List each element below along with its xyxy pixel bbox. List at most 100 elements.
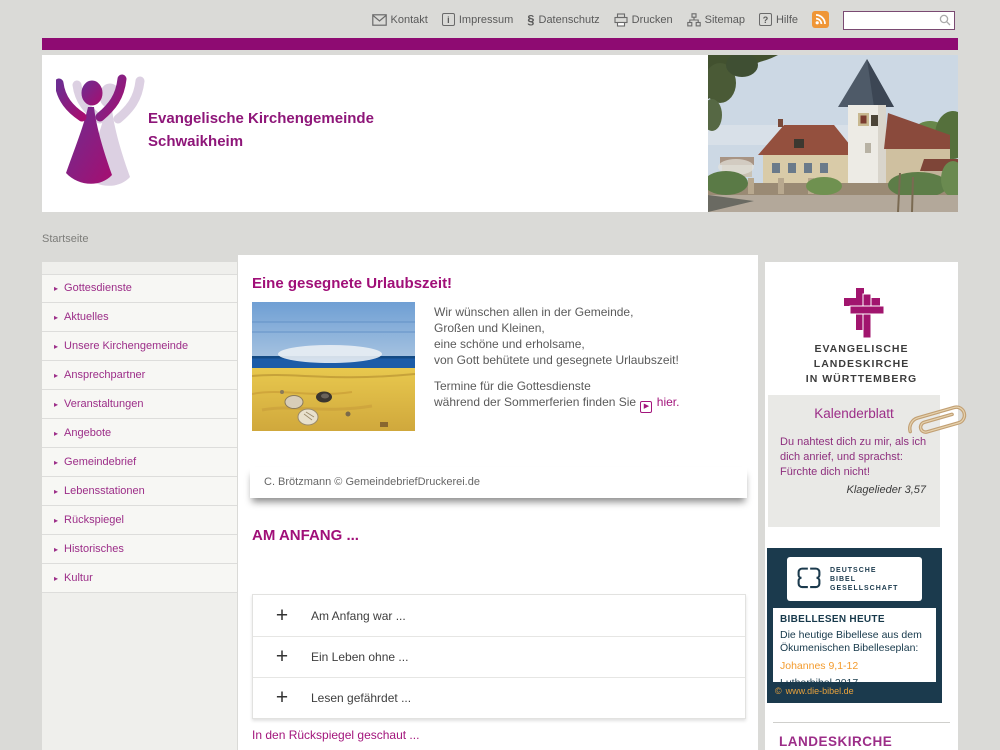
image-caption: C. Brötzmann © GemeindebriefDruckerei.de xyxy=(264,476,480,488)
sidebar-item-lebensstationen[interactable]: ▸Lebensstationen xyxy=(42,477,237,506)
breadcrumb: Startseite xyxy=(42,233,88,245)
bibellesen-widget[interactable]: DEUTSCHE BIBEL GESELLSCHAFT BIBELLESEN H… xyxy=(767,548,942,703)
sidebar-item-label: Kultur xyxy=(64,564,93,593)
topbar-link-datenschutz[interactable]: § Datenschutz xyxy=(527,13,599,26)
sidebar-item-label: Unsere Kirchengemeinde xyxy=(64,332,188,361)
triangle-bullet-icon: ▸ xyxy=(54,274,58,303)
sitemap-icon xyxy=(687,13,701,27)
breadcrumb-current[interactable]: Startseite xyxy=(42,233,88,245)
kalenderblatt-verse: Du nahtest dich zu mir, als ich dich anr… xyxy=(768,421,940,480)
schedule-line: Termine für die Gottesdienste xyxy=(434,378,679,394)
sidebar-item-angebote[interactable]: ▸Angebote xyxy=(42,419,237,448)
sidebar-divider xyxy=(773,722,950,723)
accordion-item-label: Am Anfang war ... xyxy=(311,609,406,623)
topbar-link-kontakt[interactable]: Kontakt xyxy=(372,14,428,26)
church-community-logo-icon xyxy=(56,67,156,199)
sidebar-item-aktuelles[interactable]: ▸Aktuelles xyxy=(42,303,237,332)
sidebar-item-gemeindebrief[interactable]: ▸Gemeindebrief xyxy=(42,448,237,477)
accordion-item-label: Lesen gefährdet ... xyxy=(311,691,411,705)
copyright-icon: © xyxy=(775,686,782,696)
triangle-bullet-icon: ▸ xyxy=(54,303,58,332)
triangle-bullet-icon: ▸ xyxy=(54,419,58,448)
section-sign-icon: § xyxy=(527,13,534,26)
body-line: Wir wünschen allen in der Gemeinde, xyxy=(434,304,679,320)
site-title-line2: Schwaikheim xyxy=(148,130,374,153)
accent-bar xyxy=(42,38,958,50)
sidebar-item-historisches[interactable]: ▸Historisches xyxy=(42,535,237,564)
main-content: Eine gesegnete Urlaubszeit! Wir wünschen… xyxy=(238,255,758,750)
hier-link[interactable]: hier. xyxy=(657,395,680,409)
plus-icon: + xyxy=(271,686,293,710)
bibellesen-heading: BIBELLESEN HEUTE xyxy=(780,614,929,625)
site-header[interactable]: Evangelische Kirchengemeinde Schwaikheim xyxy=(42,55,708,212)
sidebar-item-ansprechpartner[interactable]: ▸Ansprechpartner xyxy=(42,361,237,390)
triangle-bullet-icon: ▸ xyxy=(54,506,58,535)
triangle-bullet-icon: ▸ xyxy=(54,477,58,506)
topbar-link-label: Kontakt xyxy=(391,14,428,26)
accordion-item-ein-leben-ohne[interactable]: + Ein Leben ohne ... xyxy=(253,636,745,677)
beach-painting-image xyxy=(252,302,415,431)
open-book-logo-icon xyxy=(794,565,824,593)
sidebar-item-label: Lebensstationen xyxy=(64,477,145,506)
search-box xyxy=(843,10,955,30)
section-title-am-anfang: AM ANFANG ... xyxy=(252,527,359,544)
accordion-item-am-anfang-war[interactable]: + Am Anfang war ... xyxy=(253,595,745,636)
main-navigation: ▸Gottesdienste ▸Aktuelles ▸Unsere Kirche… xyxy=(42,262,237,750)
triangle-bullet-icon: ▸ xyxy=(54,564,58,593)
triangle-bullet-icon: ▸ xyxy=(54,332,58,361)
schedule-line2-prefix: während der Sommerferien finden Sie xyxy=(434,395,636,409)
rss-icon[interactable] xyxy=(812,11,829,28)
sidebar-item-kultur[interactable]: ▸Kultur xyxy=(42,564,237,593)
topbar-link-label: Hilfe xyxy=(776,14,798,26)
bibellesen-passage[interactable]: Johannes 9,1-12 xyxy=(780,660,929,672)
dbg-text-line1: DEUTSCHE xyxy=(830,566,898,575)
sidebar-item-label: Historisches xyxy=(64,535,124,564)
search-icon xyxy=(939,14,951,26)
topbar-link-label: Datenschutz xyxy=(539,14,600,26)
landeskirche-text-line1: EVANGELISCHE LANDESKIRCHE xyxy=(765,342,958,372)
church-photo xyxy=(708,55,958,212)
accordion: + Am Anfang war ... + Ein Leben ohne ...… xyxy=(252,594,746,719)
bibellesen-intro: Die heutige Bibellese aus dem Ökumenisch… xyxy=(780,629,929,655)
sidebar-item-gottesdienste[interactable]: ▸Gottesdienste xyxy=(42,274,237,303)
landeskirche-section-link[interactable]: LANDESKIRCHE xyxy=(779,734,892,749)
landeskirche-text-line2: IN WÜRTTEMBERG xyxy=(765,372,958,387)
sidebar-item-label: Gottesdienste xyxy=(64,274,132,303)
accordion-item-lesen-gefaehrdet[interactable]: + Lesen gefährdet ... xyxy=(253,677,745,718)
dbg-logo-text: DEUTSCHE BIBEL GESELLSCHAFT xyxy=(830,566,898,593)
kalenderblatt-title: Kalenderblatt xyxy=(768,395,940,421)
dbg-text-line3: GESELLSCHAFT xyxy=(830,584,898,593)
topbar-link-impressum[interactable]: i Impressum xyxy=(442,13,513,26)
info-box-icon: i xyxy=(442,13,455,26)
kalenderblatt-source: Klagelieder 3,57 xyxy=(768,480,940,496)
bibellesen-footer[interactable]: © www.die-bibel.de xyxy=(775,686,854,696)
bibellesen-footer-link: www.die-bibel.de xyxy=(786,686,854,696)
topbar-link-drucken[interactable]: Drucken xyxy=(614,13,673,27)
landeskirche-logo[interactable] xyxy=(765,286,958,345)
sidebar-item-veranstaltungen[interactable]: ▸Veranstaltungen xyxy=(42,390,237,419)
kalenderblatt-widget[interactable]: Kalenderblatt Du nahtest dich zu mir, al… xyxy=(768,395,940,527)
topbar-link-label: Sitemap xyxy=(705,14,745,26)
plus-icon: + xyxy=(271,645,293,669)
triangle-bullet-icon: ▸ xyxy=(54,361,58,390)
triangle-bullet-icon: ▸ xyxy=(54,390,58,419)
envelope-icon xyxy=(372,14,387,26)
dbg-logo-card: DEUTSCHE BIBEL GESELLSCHAFT xyxy=(787,557,922,601)
topbar-link-hilfe[interactable]: ? Hilfe xyxy=(759,13,798,26)
landeskirche-logo-text: EVANGELISCHE LANDESKIRCHE IN WÜRTTEMBERG xyxy=(765,342,958,387)
topbar-link-sitemap[interactable]: Sitemap xyxy=(687,13,745,27)
body-line: eine schöne und erholsame, xyxy=(434,336,679,352)
site-title-line1: Evangelische Kirchengemeinde xyxy=(148,107,374,130)
printer-icon xyxy=(614,13,628,27)
rueckspiegel-link[interactable]: In den Rückspiegel geschaut ... xyxy=(252,728,419,742)
body-line: von Gott behütete und gesegnete Urlaubsz… xyxy=(434,352,679,368)
page-title: Eine gesegnete Urlaubszeit! xyxy=(252,275,452,292)
article-body: Wir wünschen allen in der Gemeinde, Groß… xyxy=(434,304,679,413)
plus-icon: + xyxy=(271,604,293,628)
sidebar-item-unsere-kirchengemeinde[interactable]: ▸Unsere Kirchengemeinde xyxy=(42,332,237,361)
play-link-icon[interactable]: ▶ xyxy=(640,401,652,413)
sidebar-item-rueckspiegel[interactable]: ▸Rückspiegel xyxy=(42,506,237,535)
schedule-line2: während der Sommerferien finden Sie ▶ hi… xyxy=(434,394,679,413)
triangle-bullet-icon: ▸ xyxy=(54,448,58,477)
body-line: Großen und Kleinen, xyxy=(434,320,679,336)
